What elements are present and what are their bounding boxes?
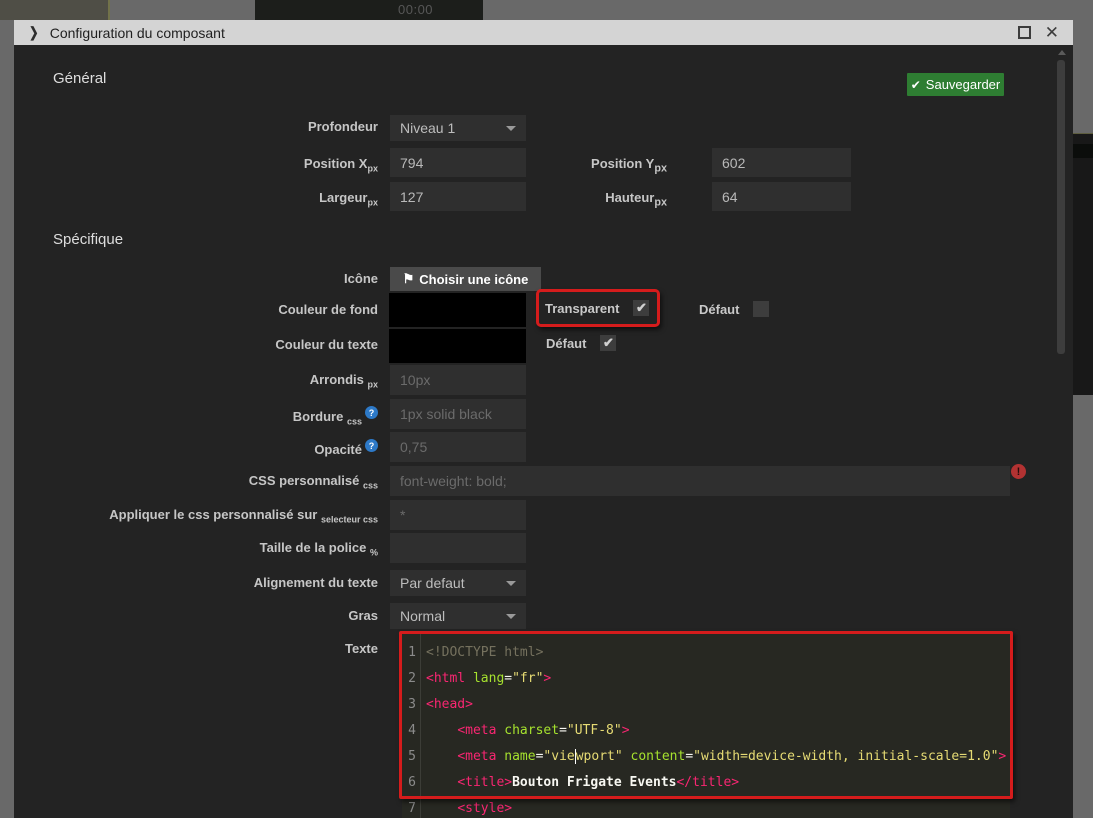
icone-label: Icône: [14, 271, 378, 286]
bordure-label: Bordure css?: [14, 406, 378, 426]
page-background-top: 00:00: [0, 0, 1093, 20]
timer-value: 00:00: [398, 2, 433, 17]
taille-police-input[interactable]: [390, 533, 526, 563]
transparent-label: Transparent: [545, 301, 619, 316]
section-general: Général: [53, 70, 106, 87]
position-x-label: Position Xpx: [14, 156, 378, 174]
dialog-titlebar[interactable]: ❯ Configuration du composant ✕: [14, 20, 1073, 45]
line-number: 4: [402, 718, 416, 744]
fond-defaut-checkline: Défaut: [699, 301, 769, 317]
page-background-right: [1073, 20, 1093, 818]
bordure-input[interactable]: [390, 399, 526, 429]
code-line[interactable]: 5 <meta name="viewport" content="width=d…: [402, 744, 1010, 770]
alignement-select[interactable]: Par defaut: [390, 570, 526, 596]
chevron-down-icon: [506, 126, 516, 131]
texte-defaut-checkline: Défaut ✔: [546, 335, 616, 351]
dialog-title: Configuration du composant: [50, 25, 225, 41]
hauteur-label: Hauteurpx: [497, 190, 667, 209]
line-number: 3: [402, 692, 416, 718]
fond-defaut-checkbox[interactable]: [753, 301, 769, 317]
opacite-input[interactable]: [390, 432, 526, 462]
largeur-label: Largeurpx: [14, 190, 378, 208]
close-button[interactable]: ✕: [1045, 24, 1059, 41]
timer-panel: 00:00: [255, 0, 483, 20]
background-divider: [108, 0, 110, 20]
couleur-texte-swatch[interactable]: [389, 329, 526, 363]
code-line[interactable]: 1<!DOCTYPE html>: [402, 640, 1010, 666]
css-perso-input[interactable]: [390, 466, 1010, 496]
transparent-checkline: Transparent ✔: [545, 300, 649, 316]
texte-defaut-checkbox[interactable]: ✔: [600, 335, 616, 351]
dialog-scrollbar[interactable]: [1055, 48, 1067, 816]
gras-label: Gras: [14, 608, 378, 623]
texte-code-editor[interactable]: 1<!DOCTYPE html>2<html lang="fr">3<head>…: [402, 634, 1010, 818]
save-button-label: Sauvegarder: [926, 77, 1000, 92]
background-band: [1073, 144, 1093, 158]
code-line[interactable]: 6 <title>Bouton Frigate Events</title>: [402, 770, 1010, 796]
couleur-fond-label: Couleur de fond: [14, 302, 378, 317]
hauteur-input[interactable]: [712, 182, 851, 211]
maximize-button[interactable]: [1018, 26, 1031, 39]
choose-icon-button[interactable]: ⚑ Choisir une icône: [390, 267, 541, 291]
gras-select[interactable]: Normal: [390, 603, 526, 629]
chevron-down-icon: [506, 614, 516, 619]
css-selector-label: Appliquer le css personnalisé sur select…: [14, 507, 378, 525]
line-number: 2: [402, 666, 416, 692]
taille-police-label: Taille de la police %: [14, 540, 378, 558]
code-line[interactable]: 4 <meta charset="UTF-8">: [402, 718, 1010, 744]
position-y-input[interactable]: [712, 148, 851, 177]
check-icon: ✔: [911, 78, 921, 92]
profondeur-value: Niveau 1: [400, 120, 455, 136]
section-specifique: Spécifique: [53, 231, 123, 248]
save-button[interactable]: ✔ Sauvegarder: [907, 73, 1004, 96]
scroll-up-icon[interactable]: [1058, 50, 1066, 55]
texte-label: Texte: [14, 641, 378, 656]
gras-value: Normal: [400, 608, 445, 624]
line-number: 7: [402, 796, 416, 818]
couleur-texte-label: Couleur du texte: [14, 337, 378, 352]
bordure-help-icon[interactable]: ?: [365, 406, 378, 419]
fond-defaut-label: Défaut: [699, 302, 739, 317]
couleur-fond-swatch[interactable]: [389, 293, 526, 327]
code-line[interactable]: 7 <style>: [402, 796, 1010, 818]
background-panel-right: [1073, 133, 1093, 395]
component-config-dialog: ❯ Configuration du composant ✕ Général ✔…: [14, 20, 1073, 818]
position-y-label: Position Ypx: [497, 156, 667, 175]
code-line[interactable]: 2<html lang="fr">: [402, 666, 1010, 692]
code-line[interactable]: 3<head>: [402, 692, 1010, 718]
opacite-label: Opacité?: [14, 439, 378, 457]
error-icon: !: [1011, 464, 1026, 479]
css-perso-label: CSS personnalisé css: [14, 473, 378, 491]
arrondis-label: Arrondis px: [14, 372, 378, 390]
opacite-help-icon[interactable]: ?: [365, 439, 378, 452]
flag-icon: ⚑: [403, 271, 415, 287]
css-selector-input[interactable]: [390, 500, 526, 530]
line-number: 1: [402, 640, 416, 666]
choose-icon-label: Choisir une icône: [419, 272, 528, 287]
background-panel: [0, 0, 108, 20]
texte-defaut-label: Défaut: [546, 336, 586, 351]
line-number: 5: [402, 744, 416, 770]
arrondis-input[interactable]: [390, 365, 526, 395]
transparent-checkbox[interactable]: ✔: [633, 300, 649, 316]
scrollbar-thumb[interactable]: [1057, 60, 1065, 354]
line-number: 6: [402, 770, 416, 796]
chevron-down-icon: [506, 581, 516, 586]
alignement-value: Par defaut: [400, 575, 465, 591]
alignement-label: Alignement du texte: [14, 575, 378, 590]
profondeur-select[interactable]: Niveau 1: [390, 115, 526, 141]
collapse-chevron-icon[interactable]: ❯: [29, 24, 38, 41]
profondeur-label: Profondeur: [14, 119, 378, 134]
